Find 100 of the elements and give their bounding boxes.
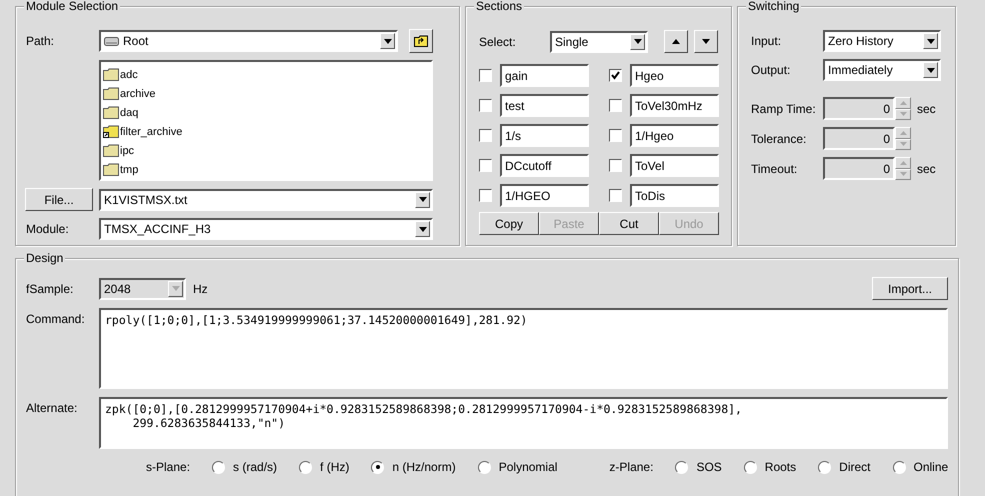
caret-down-icon bbox=[418, 226, 426, 232]
radio-button[interactable] bbox=[299, 460, 312, 474]
radio-option[interactable]: Polynomial bbox=[478, 460, 558, 474]
caret-down-icon bbox=[418, 197, 426, 202]
radio-option[interactable]: SOS bbox=[675, 460, 722, 474]
caret-down-icon bbox=[926, 38, 934, 44]
unit-label: Hz bbox=[193, 282, 209, 296]
radio-option[interactable]: f (Hz) bbox=[299, 460, 350, 474]
folder-shortcut-icon bbox=[103, 125, 119, 138]
triangle-down-icon bbox=[900, 172, 906, 176]
parent-folder-button[interactable] bbox=[409, 29, 433, 53]
spin-buttons[interactable] bbox=[895, 157, 911, 180]
section-button[interactable]: Copy bbox=[479, 212, 539, 235]
move-down-button[interactable] bbox=[694, 30, 718, 53]
radio-button[interactable] bbox=[371, 460, 384, 474]
section-name-field[interactable]: DCcutoff bbox=[500, 154, 589, 177]
triangle-down-icon bbox=[900, 142, 906, 146]
radio-option[interactable]: Online bbox=[892, 460, 948, 474]
folder-icon bbox=[103, 87, 119, 100]
alternate-label: Alternate: bbox=[26, 400, 78, 415]
dropdown-button[interactable] bbox=[630, 34, 645, 50]
plane-label: s-Plane: bbox=[146, 460, 190, 474]
checkbox[interactable] bbox=[479, 69, 492, 82]
triangle-down-icon bbox=[900, 112, 906, 116]
section-name-field[interactable]: gain bbox=[500, 64, 589, 87]
switching-label: Timeout: bbox=[751, 162, 798, 176]
triangle-up-icon bbox=[900, 100, 906, 105]
import-button[interactable]: Import... bbox=[872, 277, 948, 300]
folder-item[interactable]: daq bbox=[103, 103, 429, 122]
radio-option[interactable]: s (rad/s) bbox=[212, 460, 278, 474]
select-dropdown[interactable]: Single bbox=[550, 30, 648, 52]
dropdown-button[interactable] bbox=[923, 33, 938, 49]
radio-option[interactable]: Direct bbox=[818, 460, 870, 474]
caret-down-icon bbox=[634, 39, 642, 44]
command-field[interactable]: rpoly([1;0;0],[1;3.534919999999061;37.14520000001649],281.92) bbox=[99, 308, 948, 389]
caret-down-icon bbox=[172, 286, 180, 291]
checkbox[interactable] bbox=[479, 99, 492, 112]
checkbox[interactable] bbox=[479, 159, 492, 172]
section-name-field[interactable]: 1/s bbox=[500, 124, 589, 147]
folder-icon bbox=[103, 163, 119, 176]
section-name-field[interactable]: 1/HGEO bbox=[500, 184, 589, 207]
file-button[interactable]: File... bbox=[25, 188, 93, 211]
path-dropdown[interactable]: Root bbox=[99, 30, 398, 52]
folder-item[interactable]: tmp bbox=[103, 160, 429, 179]
checkbox[interactable] bbox=[609, 129, 622, 142]
folder-item[interactable]: filter_archive bbox=[103, 122, 429, 141]
select-label: Select: bbox=[479, 34, 517, 48]
folder-icon bbox=[103, 144, 119, 157]
move-up-button[interactable] bbox=[664, 30, 688, 53]
folder-item[interactable]: archive bbox=[103, 84, 429, 103]
module-dropdown[interactable]: TMSX_ACCINF_H3 bbox=[99, 218, 433, 240]
unit-label: sec bbox=[917, 162, 936, 176]
folder-item[interactable]: adc bbox=[103, 65, 429, 84]
checkbox[interactable] bbox=[609, 189, 622, 202]
panel-title: Design bbox=[24, 251, 66, 265]
section-name-field[interactable]: 1/Hgeo bbox=[630, 124, 719, 147]
radio-button[interactable] bbox=[818, 460, 832, 474]
folder-up-icon bbox=[414, 35, 428, 47]
section-name-field[interactable]: ToVel bbox=[630, 154, 719, 177]
section-name-field[interactable]: ToVel30mHz bbox=[630, 94, 719, 117]
radio-option[interactable]: n (Hz/norm) bbox=[371, 460, 456, 474]
checkbox[interactable] bbox=[609, 159, 622, 172]
folder-icon bbox=[103, 68, 119, 81]
switching-label: Output: bbox=[751, 63, 792, 77]
panel-title: Sections bbox=[474, 0, 524, 13]
dropdown-button[interactable] bbox=[923, 62, 938, 78]
radio-button[interactable] bbox=[478, 460, 491, 474]
dropdown-button[interactable] bbox=[380, 33, 395, 49]
section-name-field[interactable]: test bbox=[500, 94, 589, 117]
folder-item[interactable]: ipc bbox=[103, 141, 429, 160]
fsample-label: fSample: bbox=[26, 282, 74, 296]
switching-label: Ramp Time: bbox=[751, 102, 817, 116]
dropdown-button[interactable] bbox=[415, 221, 430, 237]
checkbox[interactable] bbox=[479, 189, 492, 202]
panel-title: Switching bbox=[746, 0, 802, 13]
spin-buttons[interactable] bbox=[895, 127, 911, 150]
radio-button[interactable] bbox=[212, 460, 226, 474]
spin-buttons[interactable] bbox=[895, 97, 911, 120]
radio-option[interactable]: Roots bbox=[744, 460, 796, 474]
dropdown-button[interactable] bbox=[415, 192, 430, 208]
switching-label: Input: bbox=[751, 34, 782, 48]
switching-dropdown[interactable]: Immediately bbox=[823, 59, 941, 81]
command-label: Command: bbox=[26, 311, 86, 326]
unit-label: sec bbox=[917, 102, 936, 116]
checkbox[interactable] bbox=[609, 69, 622, 82]
caret-down-icon bbox=[926, 68, 934, 72]
switching-dropdown[interactable]: Zero History bbox=[823, 30, 941, 52]
caret-down-icon bbox=[384, 38, 392, 44]
radio-button[interactable] bbox=[892, 460, 906, 474]
alternate-field[interactable]: zpk([0;0],[0.2812999957170904+i*0.9283152589868398;0.2812999957170904-i*0.9283152589868398], 299.6283635844133,"n") bbox=[99, 397, 948, 449]
folder-icon bbox=[103, 106, 119, 119]
section-name-field[interactable]: ToDis bbox=[630, 184, 719, 207]
radio-button[interactable] bbox=[675, 460, 688, 474]
checkbox[interactable] bbox=[609, 99, 622, 112]
checkbox[interactable] bbox=[479, 129, 492, 142]
radio-button[interactable] bbox=[744, 460, 757, 474]
file-dropdown[interactable]: K1VISTMSX.txt bbox=[99, 188, 433, 210]
triangle-up-icon bbox=[900, 160, 906, 165]
section-button[interactable]: Cut bbox=[599, 212, 659, 235]
section-name-field[interactable]: Hgeo bbox=[630, 64, 719, 87]
